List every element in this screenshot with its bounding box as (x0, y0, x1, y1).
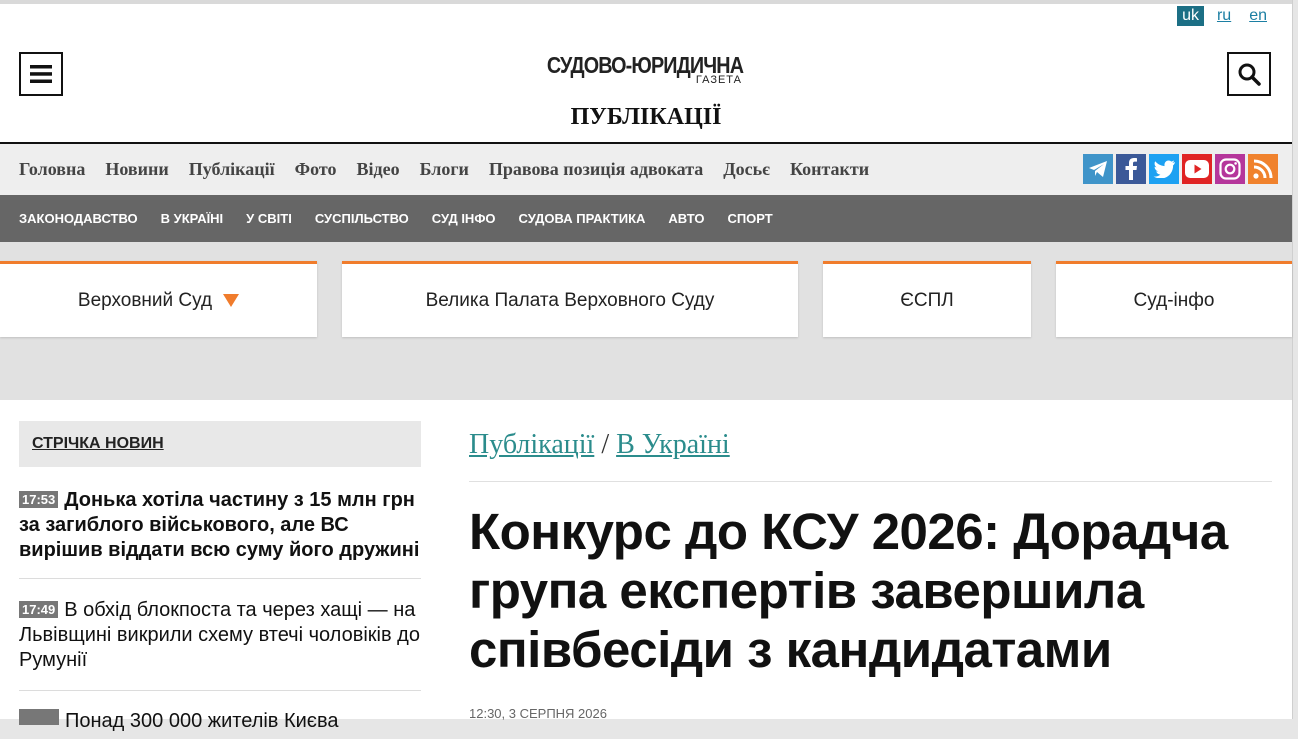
tab-label: ЄСПЛ (900, 289, 954, 311)
page: uk ru en СУДОВО-ЮРИДИЧНА ГАЗЕТА ПУБЛІКАЦ… (0, 0, 1293, 732)
language-switcher: uk ru en (1177, 6, 1272, 26)
news-headline[interactable]: Понад 300 000 жителів Києва (65, 710, 339, 732)
news-item[interactable]: 17:53 Донька хотіла частину з 15 млн грн … (19, 488, 421, 579)
tab-court-info[interactable]: Суд-інфо (1056, 261, 1292, 337)
nav-item-news[interactable]: Новини (105, 159, 168, 180)
instagram-link[interactable] (1215, 154, 1245, 184)
nav-item-home[interactable]: Головна (19, 159, 85, 180)
rss-icon (1253, 159, 1273, 179)
nav-item-video[interactable]: Відео (356, 159, 399, 180)
news-item[interactable]: Понад 300 000 жителів Києва (19, 709, 421, 739)
triangle-down-icon (223, 294, 240, 307)
youtube-icon (1185, 160, 1209, 178)
rss-link[interactable] (1248, 154, 1278, 184)
nav-item-contacts[interactable]: Контакти (790, 159, 869, 180)
tab-label: Суд-інфо (1133, 289, 1215, 311)
search-button[interactable] (1227, 52, 1271, 96)
tab-label: Верховний Суд (77, 289, 213, 311)
nav-item-photo[interactable]: Фото (295, 159, 337, 180)
instagram-icon (1219, 158, 1241, 180)
news-headline[interactable]: Донька хотіла частину з 15 млн грн за за… (19, 489, 419, 561)
lang-uk[interactable]: uk (1177, 6, 1204, 26)
breadcrumb: Публікації / В Україні (469, 429, 730, 461)
search-icon (1238, 63, 1261, 86)
subnav-item-sport[interactable]: СПОРТ (727, 211, 772, 226)
subnav-item-society[interactable]: СУСПІЛЬСТВО (315, 211, 409, 226)
subnav-item-ukraine[interactable]: В УКРАЇНІ (161, 211, 224, 226)
article-divider (469, 481, 1272, 482)
subnav-item-court-info[interactable]: СУД ІНФО (432, 211, 496, 226)
sub-nav: ЗАКОНОДАВСТВО В УКРАЇНІ У СВІТІ СУСПІЛЬС… (0, 195, 1292, 242)
tab-echr[interactable]: ЄСПЛ (823, 261, 1031, 337)
breadcrumb-separator: / (601, 429, 610, 460)
article-title: Конкурс до КСУ 2026: Дорадча група експе… (469, 503, 1228, 678)
youtube-link[interactable] (1182, 154, 1212, 184)
main-nav: Головна Новини Публікації Фото Відео Бло… (0, 144, 1292, 195)
news-time: 17:53 (19, 491, 59, 508)
breadcrumb-ukraine[interactable]: В Україні (616, 429, 730, 460)
twitter-link[interactable] (1149, 154, 1179, 184)
top-line (0, 0, 1292, 4)
news-time (19, 709, 59, 725)
logo-main-text: СУДОВО-ЮРИДИЧНА (546, 52, 744, 78)
news-feed-heading: СТРІЧКА НОВИН (19, 421, 421, 467)
site-logo[interactable]: СУДОВО-ЮРИДИЧНА ГАЗЕТА (520, 52, 770, 86)
nav-item-dossier[interactable]: Досьє (723, 159, 770, 180)
tab-grand-chamber[interactable]: Велика Палата Верховного Суду (342, 261, 798, 337)
telegram-icon (1089, 161, 1107, 177)
tab-supreme-court[interactable]: Верховний Суд (0, 261, 317, 337)
news-feed-title[interactable]: СТРІЧКА НОВИН (32, 435, 164, 453)
facebook-icon (1125, 158, 1137, 180)
hamburger-icon (30, 65, 52, 83)
subnav-item-auto[interactable]: АВТО (668, 211, 704, 226)
lang-ru[interactable]: ru (1212, 6, 1236, 26)
menu-button[interactable] (19, 52, 63, 96)
facebook-link[interactable] (1116, 154, 1146, 184)
section-title: ПУБЛІКАЦІЇ (570, 104, 722, 130)
social-links (1083, 154, 1278, 184)
subnav-item-court-practice[interactable]: СУДОВА ПРАКТИКА (519, 211, 646, 226)
subnav-item-legislation[interactable]: ЗАКОНОДАВСТВО (19, 211, 138, 226)
tab-label: Велика Палата Верховного Суду (425, 289, 715, 311)
nav-item-lawyer-position[interactable]: Правова позиція адвоката (489, 159, 703, 180)
news-headline[interactable]: В обхід блокпоста та через хащі — на Льв… (19, 599, 420, 671)
breadcrumb-publications[interactable]: Публікації (469, 429, 594, 460)
nav-item-publications[interactable]: Публікації (189, 159, 275, 180)
nav-item-blogs[interactable]: Блоги (420, 159, 469, 180)
news-time: 17:49 (19, 601, 59, 618)
subnav-item-world[interactable]: У СВІТІ (246, 211, 292, 226)
court-tabs: Верховний Суд Велика Палата Верховного С… (0, 242, 1292, 400)
lang-en[interactable]: en (1244, 6, 1272, 26)
news-item[interactable]: 17:49 В обхід блокпоста та через хащі — н… (19, 598, 421, 691)
twitter-icon (1153, 160, 1175, 178)
telegram-link[interactable] (1083, 154, 1113, 184)
